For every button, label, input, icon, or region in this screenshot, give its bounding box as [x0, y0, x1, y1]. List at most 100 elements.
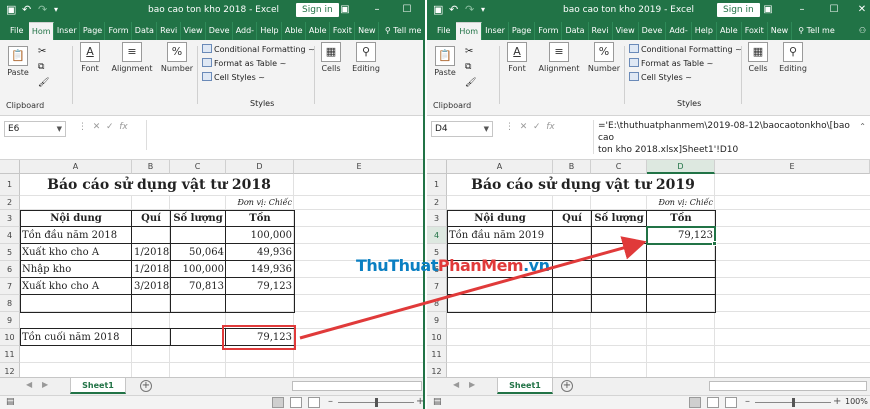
column-header-d[interactable]: D	[647, 160, 715, 174]
tab-new[interactable]: New	[355, 22, 379, 40]
column-header-e[interactable]: E	[294, 160, 423, 174]
page-break-view-icon[interactable]	[725, 397, 737, 408]
header-stock[interactable]: Tồn	[647, 210, 715, 227]
row-header-3[interactable]: 3	[0, 210, 20, 227]
tell-me-search[interactable]: ⚲ Tell me	[792, 22, 838, 40]
header-content[interactable]: Nội dung	[447, 210, 553, 227]
report-title[interactable]: Báo cáo sử dụng vật tư 2018	[24, 174, 294, 196]
row-header-1[interactable]: 1	[0, 174, 20, 196]
font-button[interactable]: A Font	[76, 42, 104, 74]
cell-a7[interactable]: Xuất kho cho A	[20, 278, 132, 295]
minimize-icon[interactable]: –	[791, 2, 813, 18]
tab-insert[interactable]: Inser	[54, 22, 80, 40]
header-content[interactable]: Nội dung	[20, 210, 132, 227]
cell-d4[interactable]: 79,123	[647, 227, 715, 244]
tell-me-search[interactable]: ⚲ Tell me	[379, 22, 423, 40]
row-header-3[interactable]: 3	[427, 210, 447, 227]
report-title[interactable]: Báo cáo sử dụng vật tư 2019	[451, 174, 715, 196]
tab-formulas[interactable]: Form	[535, 22, 563, 40]
row-header-2[interactable]: 2	[427, 196, 447, 210]
header-quarter[interactable]: Quí	[553, 210, 591, 227]
header-quantity[interactable]: Số lượng	[170, 210, 226, 227]
tab-review[interactable]: Revi	[157, 22, 181, 40]
tab-view[interactable]: View	[181, 22, 206, 40]
select-all-corner[interactable]	[0, 160, 20, 174]
tab-formulas[interactable]: Form	[105, 22, 132, 40]
header-quantity[interactable]: Số lượng	[591, 210, 647, 227]
cell-d4[interactable]: 100,000	[226, 227, 294, 244]
tab-foxit[interactable]: Foxit	[330, 22, 356, 40]
row-header-7[interactable]: 7	[0, 278, 20, 295]
alignment-button[interactable]: ≡ Alignment	[537, 42, 581, 74]
minimize-icon[interactable]: –	[366, 2, 388, 18]
row-header-4[interactable]: 4	[427, 227, 447, 244]
tab-foxit[interactable]: Foxit	[742, 22, 768, 40]
cut-icon[interactable]: ✂	[38, 46, 46, 57]
number-button[interactable]: % Number	[160, 42, 194, 74]
row-header-10[interactable]: 10	[0, 329, 20, 346]
customize-quick-access-icon[interactable]: ▾	[481, 3, 485, 17]
undo-icon[interactable]: ↶	[449, 3, 458, 17]
column-header-c[interactable]: C	[591, 160, 647, 174]
tab-add-ins[interactable]: Add-	[666, 22, 692, 40]
macro-record-icon[interactable]: ▤	[6, 397, 15, 407]
row-header-5[interactable]: 5	[0, 244, 20, 261]
unit-label[interactable]: Đơn vị: Chiếc	[226, 196, 294, 210]
tab-insert[interactable]: Inser	[482, 22, 509, 40]
add-sheet-icon[interactable]: +	[561, 380, 573, 392]
row-header-11[interactable]: 11	[0, 346, 20, 363]
tab-view[interactable]: View	[613, 22, 639, 40]
cell-d6[interactable]: 149,936	[226, 261, 294, 278]
sign-in-button[interactable]: Sign in	[296, 3, 339, 17]
tab-data[interactable]: Data	[562, 22, 589, 40]
column-header-d[interactable]: D	[226, 160, 294, 174]
row-header-7[interactable]: 7	[427, 278, 447, 295]
sheet-nav-prev-icon[interactable]: ◀	[26, 380, 32, 389]
cells-button[interactable]: ▦ Cells	[745, 42, 771, 74]
normal-view-icon[interactable]	[272, 397, 284, 408]
cell-a4[interactable]: Tồn đầu năm 2018	[20, 227, 132, 244]
row-header-8[interactable]: 8	[0, 295, 20, 312]
redo-icon[interactable]: ↷	[465, 3, 474, 17]
zoom-slider-thumb[interactable]	[375, 398, 378, 407]
sheet-nav-prev-icon[interactable]: ◀	[453, 380, 459, 389]
header-quarter[interactable]: Quí	[132, 210, 170, 227]
row-header-6[interactable]: 6	[0, 261, 20, 278]
alignment-button[interactable]: ≡ Alignment	[110, 42, 154, 74]
tab-add-ins[interactable]: Add-	[233, 22, 258, 40]
row-header-4[interactable]: 4	[0, 227, 20, 244]
select-all-corner[interactable]	[427, 160, 447, 174]
ribbon-display-options-icon[interactable]: ▣	[334, 2, 356, 18]
cell-d7[interactable]: 79,123	[226, 278, 294, 295]
font-button[interactable]: A Font	[503, 42, 531, 74]
cell-styles-button[interactable]: Cell Styles ~	[202, 72, 265, 84]
column-header-c[interactable]: C	[170, 160, 226, 174]
cell-styles-button[interactable]: Cell Styles ~	[629, 72, 692, 84]
tab-new[interactable]: New	[768, 22, 793, 40]
tab-home[interactable]: Hom	[456, 22, 483, 40]
row-header-11[interactable]: 11	[427, 346, 447, 363]
normal-view-icon[interactable]	[689, 397, 701, 408]
save-icon[interactable]: ▣	[6, 3, 16, 17]
zoom-slider-thumb[interactable]	[792, 398, 795, 407]
editing-button[interactable]: ⚲ Editing	[350, 42, 382, 74]
column-header-e[interactable]: E	[715, 160, 870, 174]
redo-icon[interactable]: ↷	[38, 3, 47, 17]
row-header-1[interactable]: 1	[427, 174, 447, 196]
cell-a4[interactable]: Tồn đầu năm 2019	[447, 227, 553, 244]
paste-button[interactable]: 📋 Paste	[4, 46, 32, 78]
expand-formula-bar-icon[interactable]: ⌃	[859, 122, 866, 131]
tab-able[interactable]: Able	[717, 22, 742, 40]
paste-button[interactable]: 📋 Paste	[431, 46, 459, 78]
row-header-8[interactable]: 8	[427, 295, 447, 312]
name-box[interactable]: E6 ▼	[4, 121, 66, 137]
name-box[interactable]: D4 ▼	[431, 121, 493, 137]
cut-icon[interactable]: ✂	[465, 46, 473, 57]
row-header-9[interactable]: 9	[427, 312, 447, 329]
editing-button[interactable]: ⚲ Editing	[777, 42, 809, 74]
cell-c7[interactable]: 70,813	[170, 278, 226, 295]
sheet-nav-next-icon[interactable]: ▶	[42, 380, 48, 389]
maximize-icon[interactable]: ☐	[823, 2, 845, 18]
cell-b7[interactable]: 3/2018	[132, 278, 170, 295]
cell-a10[interactable]: Tồn cuối năm 2018	[20, 329, 132, 346]
